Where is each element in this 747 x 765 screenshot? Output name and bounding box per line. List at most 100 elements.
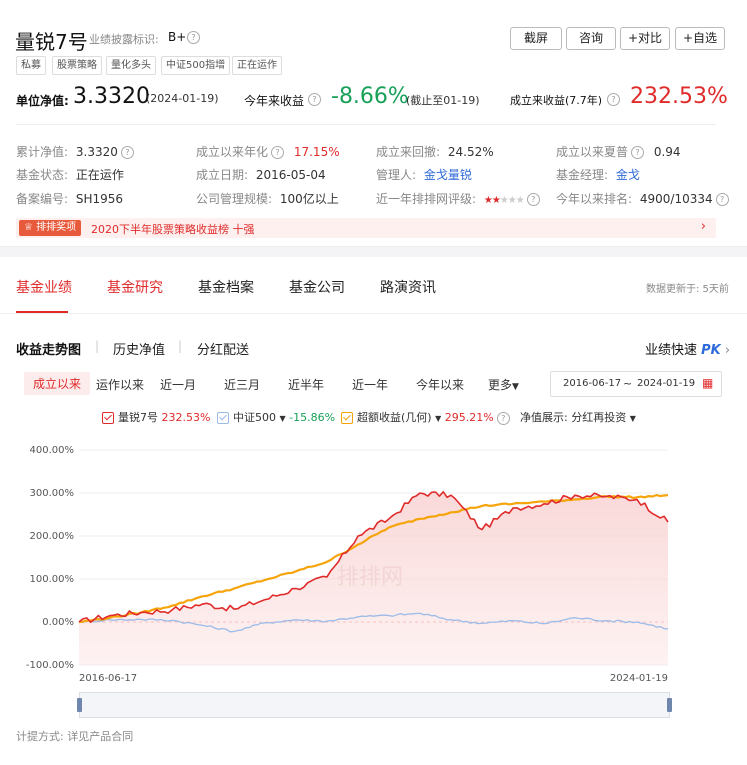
- tab-research[interactable]: 基金研究: [107, 277, 163, 297]
- detail-ytd-rank: 今年以来排名: 4900/10334?: [556, 190, 729, 207]
- detail-manager: 管理人: 金戈量锐: [376, 168, 472, 182]
- nav-value: 3.3320: [73, 84, 150, 109]
- caret-down-icon: ▼: [512, 382, 519, 392]
- x-tick-label: 2016-06-17: [79, 673, 137, 684]
- range-since-operation[interactable]: 运作以来: [96, 376, 144, 393]
- watchlist-button[interactable]: +自选: [675, 27, 725, 50]
- divider: [16, 124, 716, 125]
- fund-title: 量锐7号: [15, 30, 88, 54]
- tab-profile[interactable]: 基金档案: [198, 277, 254, 297]
- y-tick-label: -100.00%: [26, 660, 74, 671]
- legend-fund[interactable]: 量锐7号 232.53%: [102, 409, 210, 425]
- section-gap: [0, 247, 747, 257]
- range-1y[interactable]: 近一年: [352, 376, 388, 393]
- range-since-inception[interactable]: 成立以来: [24, 372, 91, 395]
- nav-date: (2024-01-19): [146, 92, 219, 105]
- detail-sharpe: 成立以来夏普? 0.94: [556, 145, 681, 159]
- since-inception-value: 232.53%: [630, 84, 728, 109]
- legend-index[interactable]: 中证500 ▼ -15.86%: [217, 409, 335, 425]
- screenshot-button[interactable]: 截屏: [510, 27, 562, 50]
- quick-perf-link[interactable]: 业绩快速 PK ›: [645, 339, 730, 358]
- nav-label: 单位净值:: [16, 94, 69, 108]
- scrubber-handle-left[interactable]: [77, 698, 82, 712]
- y-axis: 400.00% 300.00% 200.00% 100.00% 0.00% -100.00…: [26, 445, 74, 671]
- fund-manager-link[interactable]: 金戈: [616, 168, 640, 182]
- tab-performance[interactable]: 基金业绩: [16, 277, 72, 297]
- y-tick-label: 300.00%: [30, 488, 75, 499]
- trophy-icon: ♕: [24, 222, 33, 233]
- disclosure-label: 业绩披露标识:: [89, 33, 159, 46]
- chevron-right-icon: ›: [700, 219, 706, 234]
- divider: [0, 313, 747, 314]
- range-1m[interactable]: 近一月: [160, 376, 196, 393]
- detail-drawdown: 成立来回撤: 24.52%: [376, 145, 494, 159]
- range-6m[interactable]: 近半年: [288, 376, 324, 393]
- help-icon[interactable]: ?: [715, 193, 729, 206]
- update-note: 数据更新于: 5天前: [646, 284, 729, 295]
- y-tick-label: 400.00%: [30, 445, 75, 456]
- since-inception-label: 成立来收益(7.7年): [510, 94, 603, 107]
- ytd-value: -8.66%: [331, 84, 409, 109]
- calendar-icon: ▦: [702, 376, 714, 390]
- detail-registration: 备案编号: SH1956: [16, 192, 124, 206]
- consult-button[interactable]: 咨询: [566, 27, 616, 50]
- caret-down-icon: ▼: [629, 414, 636, 423]
- checkbox-icon: [341, 412, 353, 424]
- tag-index: 中证500指增: [161, 56, 231, 75]
- help-icon[interactable]: ?: [120, 146, 134, 159]
- checkbox-icon: [217, 412, 229, 424]
- y-tick-label: 100.00%: [30, 574, 75, 585]
- disclosure-value: B+: [168, 30, 187, 44]
- fund-header-card: 量锐7号 业绩披露标识: B+ ? 私募 股票策略 量化多头 中证500指增 正…: [0, 0, 747, 247]
- date-range-picker[interactable]: 2016-06-17 ~ 2024-01-19 ▦: [550, 371, 722, 397]
- help-icon[interactable]: ?: [308, 93, 321, 106]
- fee-method: 计提方式: 详见产品合同: [16, 730, 134, 743]
- scrubber-handle-right[interactable]: [667, 698, 672, 712]
- subtab-history-nav[interactable]: 历史净值: [113, 339, 165, 358]
- rating-stars-icon: ★★★★★: [483, 195, 525, 206]
- tag-quant: 量化多头: [106, 56, 156, 75]
- tab-news[interactable]: 路演资讯: [380, 277, 436, 297]
- range-3m[interactable]: 近三月: [224, 376, 260, 393]
- checkbox-icon: [102, 412, 114, 424]
- x-axis: 2016-06-17 2024-01-19: [79, 673, 668, 684]
- help-icon[interactable]: ?: [526, 193, 540, 206]
- tag-strategy: 股票策略: [52, 56, 102, 75]
- detail-cumulative-nav: 累计净值: 3.3320?: [16, 143, 134, 160]
- help-icon[interactable]: ?: [271, 146, 285, 159]
- award-banner[interactable]: ♕ 排排奖项 2020下半年股票策略收益榜 十强 ›: [16, 218, 716, 238]
- compare-button[interactable]: +对比: [620, 27, 670, 50]
- help-icon[interactable]: ?: [631, 146, 645, 159]
- range-scrubber[interactable]: [77, 692, 672, 718]
- nav-display-select[interactable]: 净值展示: 分红再投资 ▼: [520, 409, 636, 425]
- detail-fund-manager: 基金经理: 金戈: [556, 168, 640, 182]
- award-text: 2020下半年股票策略收益榜 十强: [91, 223, 255, 236]
- subtab-separator: |: [178, 339, 183, 353]
- help-icon[interactable]: ?: [496, 411, 510, 425]
- legend-excess[interactable]: 超额收益(几何) ▼ 295.21%?: [341, 409, 510, 425]
- pk-icon: PK: [701, 343, 721, 358]
- manager-link[interactable]: 金戈量锐: [424, 168, 472, 182]
- ytd-note: (截止至01-19): [406, 94, 480, 107]
- tag-private: 私募: [16, 56, 46, 75]
- date-start: 2016-06-17: [563, 378, 622, 389]
- y-tick-label: 0.00%: [42, 617, 74, 628]
- subtab-dividend[interactable]: 分红配送: [197, 339, 249, 358]
- subtab-separator: |: [95, 339, 100, 353]
- tag-status: 正在运作: [232, 56, 282, 75]
- award-badge: ♕ 排排奖项: [19, 220, 82, 236]
- help-icon[interactable]: ?: [187, 31, 200, 44]
- date-separator: ~: [623, 377, 633, 390]
- caret-down-icon: ▼: [279, 414, 286, 423]
- detail-rating: 近一年排排网评级: ★★★★★?: [376, 190, 540, 207]
- tab-company[interactable]: 基金公司: [289, 277, 345, 297]
- chart-watermark: 排排网: [337, 565, 403, 590]
- subtab-return-trend[interactable]: 收益走势图: [16, 339, 81, 358]
- detail-annualized: 成立以来年化? 17.15%: [196, 145, 340, 159]
- detail-inception-date: 成立日期: 2016-05-04: [196, 168, 326, 182]
- help-icon[interactable]: ?: [607, 93, 620, 106]
- range-more[interactable]: 更多▼: [488, 376, 519, 393]
- range-ytd[interactable]: 今年以来: [416, 376, 464, 393]
- y-tick-label: 200.00%: [30, 531, 75, 542]
- chevron-right-icon: ›: [724, 343, 731, 358]
